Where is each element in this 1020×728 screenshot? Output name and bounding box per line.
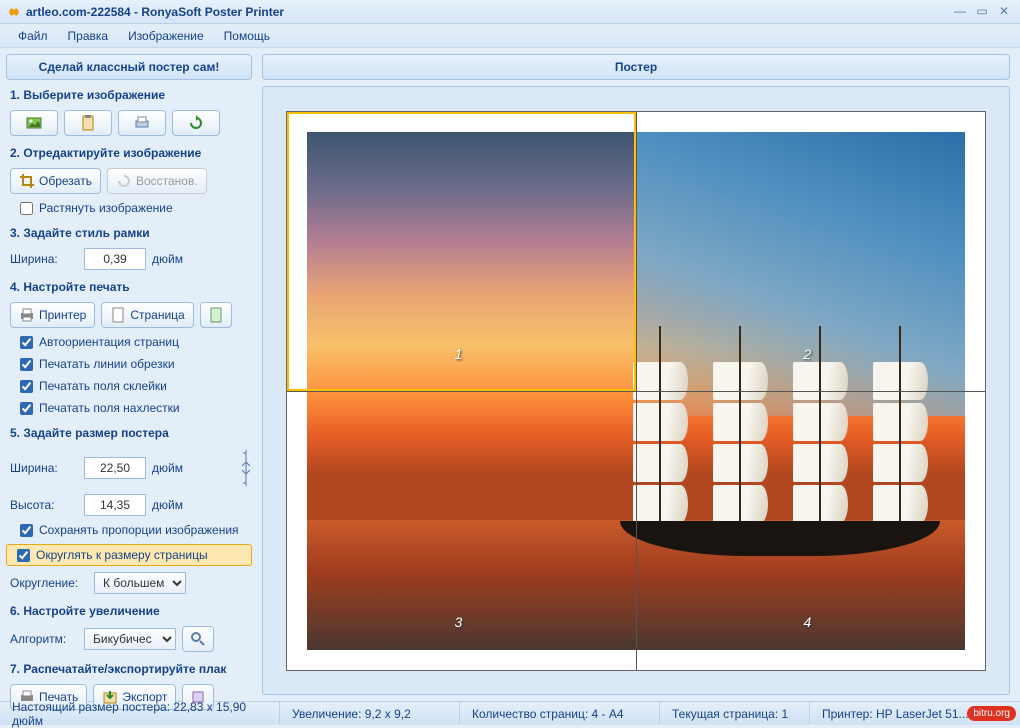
menubar: Файл Правка Изображение Помощь [0,24,1020,48]
round-select[interactable]: К большем [94,572,186,594]
close-button[interactable]: ✕ [994,4,1014,20]
step2-label: 2. Отредактируйте изображение [10,146,252,160]
overlap-fields-label: Печатать поля нахлестки [39,401,180,415]
menu-edit[interactable]: Правка [58,26,119,46]
overlap-fields-checkbox[interactable] [20,402,33,415]
stretch-label: Растянуть изображение [39,201,173,215]
page-number-1: 1 [455,346,463,362]
ship-graphic [620,316,940,556]
preview-header[interactable]: Постер [262,54,1010,80]
auto-orient-label: Автоориентация страниц [39,335,179,349]
round-label: Округление: [10,576,88,590]
auto-orient-checkbox[interactable] [20,336,33,349]
preview-area: Постер [258,48,1020,701]
paste-image-button[interactable] [64,110,112,136]
zoom-preview-button[interactable] [182,626,214,652]
step4-label: 4. Настройте печать [10,280,252,294]
crop-button[interactable]: Обрезать [10,168,101,194]
frame-width-input[interactable] [84,248,146,270]
stretch-checkbox[interactable] [20,202,33,215]
keep-ratio-checkbox[interactable] [20,524,33,537]
restore-button[interactable]: Восстанов. [107,168,207,194]
step6-label: 6. Настройте увеличение [10,604,252,618]
poster-width-input[interactable] [84,457,146,479]
rotate-image-button[interactable] [172,110,220,136]
crop-lines-label: Печатать линии обрезки [39,357,175,371]
watermark: bitru.org [967,706,1016,721]
step1-label: 1. Выберите изображение [10,88,252,102]
link-aspect-icon[interactable] [240,448,252,488]
status-zoom: Увеличение: 9,2 x 9,2 [280,702,460,725]
step7-label: 7. Распечатайте/экспортируйте плак [10,662,252,676]
poster-canvas[interactable]: 1 2 3 4 [286,111,986,671]
printer-icon [19,307,35,323]
minimize-button[interactable]: — [950,4,970,20]
menu-image[interactable]: Изображение [118,26,214,46]
page-number-3: 3 [455,614,463,630]
round-page-checkbox[interactable] [17,549,30,562]
status-size: Настоящий размер постера: 22,83 x 15,90 … [0,702,280,725]
maximize-button[interactable]: ▭ [972,4,992,20]
status-pages: Количество страниц: 4 - A4 [460,702,660,725]
frame-width-unit: дюйм [152,252,183,266]
status-current-page: Текущая страница: 1 [660,702,810,725]
algo-label: Алгоритм: [10,632,78,646]
poster-width-label: Ширина: [10,461,78,475]
poster-height-input[interactable] [84,494,146,516]
restore-icon [116,173,132,189]
main-area: Сделай классный постер сам! 1. Выберите … [0,48,1020,701]
sidebar: Сделай классный постер сам! 1. Выберите … [0,48,258,701]
canvas-wrap: 1 2 3 4 [262,86,1010,695]
poster-height-label: Высота: [10,498,78,512]
step3-label: 3. Задайте стиль рамки [10,226,252,240]
glue-fields-label: Печатать поля склейки [39,379,167,393]
frame-width-label: Ширина: [10,252,78,266]
crop-lines-checkbox[interactable] [20,358,33,371]
keep-ratio-label: Сохранять пропорции изображения [39,523,239,537]
window-title: artleo.com-222584 - RonyaSoft Poster Pri… [26,5,948,19]
titlebar: artleo.com-222584 - RonyaSoft Poster Pri… [0,0,1020,24]
menu-help[interactable]: Помощь [214,26,280,46]
magnifier-icon [190,631,206,647]
algo-select[interactable]: Бикубичес [84,628,176,650]
sidebar-header[interactable]: Сделай классный постер сам! [6,54,252,80]
page-icon [110,307,126,323]
crop-icon [19,173,35,189]
open-image-button[interactable] [10,110,58,136]
menu-file[interactable]: Файл [8,26,58,46]
page-number-4: 4 [804,614,812,630]
round-page-label: Округлять к размеру страницы [36,548,208,562]
grid-horizontal [287,391,985,392]
page-number-2: 2 [804,346,812,362]
statusbar: Настоящий размер постера: 22,83 x 15,90 … [0,701,1020,725]
glue-fields-checkbox[interactable] [20,380,33,393]
page-extra-button[interactable] [200,302,232,328]
step5-label: 5. Задайте размер постера [10,426,252,440]
app-icon [6,4,22,20]
printer-button[interactable]: Принтер [10,302,95,328]
scan-image-button[interactable] [118,110,166,136]
page-button[interactable]: Страница [101,302,193,328]
